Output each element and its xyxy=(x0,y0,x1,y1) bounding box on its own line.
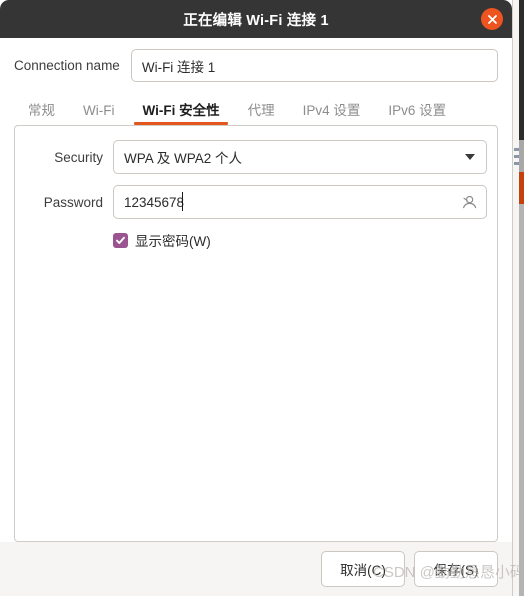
wifi-security-panel: Security WPA 及 WPA2 个人 Password 12345678… xyxy=(14,125,498,542)
chevron-down-icon xyxy=(465,154,475,160)
tab-general[interactable]: 常规 xyxy=(14,103,69,126)
show-password-checkbox[interactable] xyxy=(113,232,128,248)
password-field-wrapper xyxy=(113,185,487,219)
connection-name-label: Connection name xyxy=(14,58,120,73)
password-row: Password xyxy=(25,185,487,219)
connection-name-input[interactable] xyxy=(130,49,498,82)
tab-bar: 常规 Wi-Fi Wi-Fi 安全性 代理 IPv4 设置 IPv6 设置 xyxy=(0,91,512,125)
close-icon[interactable] xyxy=(481,8,503,30)
security-selected-value: WPA 及 WPA2 个人 xyxy=(124,151,243,166)
tab-ipv4-settings[interactable]: IPv4 设置 xyxy=(289,103,375,126)
background-panel-orange xyxy=(519,172,524,204)
tab-wifi-security[interactable]: Wi-Fi 安全性 xyxy=(128,103,233,126)
window-title: 正在编辑 Wi-Fi 连接 1 xyxy=(183,12,329,29)
text-caret xyxy=(182,192,183,211)
person-icon[interactable] xyxy=(460,193,478,211)
background-panel-gray xyxy=(519,140,524,172)
show-password-row: 显示密码(W) xyxy=(113,230,487,250)
security-row: Security WPA 及 WPA2 个人 xyxy=(25,140,487,174)
cancel-button[interactable]: 取消(C) xyxy=(321,551,405,587)
background-panel-gray-lower xyxy=(519,204,524,596)
title-bar: 正在编辑 Wi-Fi 连接 1 xyxy=(0,0,512,38)
edit-wifi-connection-dialog: 正在编辑 Wi-Fi 连接 1 Connection name 常规 Wi-Fi… xyxy=(0,0,513,596)
save-button[interactable]: 保存(S) xyxy=(414,551,498,587)
password-label: Password xyxy=(43,194,103,210)
show-password-label[interactable]: 显示密码(W) xyxy=(135,230,211,250)
background-panel-dark xyxy=(519,0,524,140)
tab-proxy[interactable]: 代理 xyxy=(234,103,289,126)
screen: 正在编辑 Wi-Fi 连接 1 Connection name 常规 Wi-Fi… xyxy=(0,0,524,596)
connection-name-row: Connection name xyxy=(0,38,512,91)
dialog-footer: 取消(C) 保存(S) xyxy=(0,542,512,596)
background-list-items xyxy=(514,148,519,170)
security-dropdown[interactable]: WPA 及 WPA2 个人 xyxy=(113,140,487,174)
tab-wifi[interactable]: Wi-Fi xyxy=(69,103,128,126)
security-label: Security xyxy=(54,149,103,165)
password-input[interactable] xyxy=(113,185,487,219)
tab-ipv6-settings[interactable]: IPv6 设置 xyxy=(374,103,460,126)
background-window-edge xyxy=(512,0,524,596)
